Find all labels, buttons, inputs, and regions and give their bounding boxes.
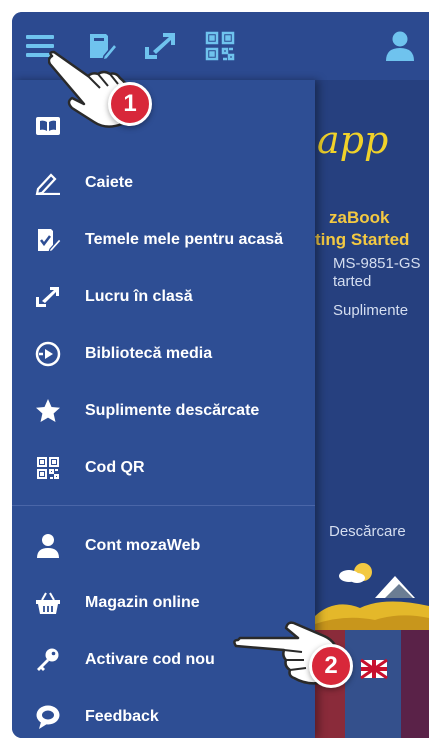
download-button[interactable]: Descărcare	[329, 523, 406, 540]
media-icon	[34, 340, 62, 368]
book-code-suffix: tarted	[333, 273, 372, 290]
app-frame: app zaBook ting Started MS-9851-GS tarte…	[12, 12, 429, 738]
book-title-line: zaBook	[329, 208, 390, 227]
feedback-icon	[34, 703, 62, 731]
menu-item-label: Lucru în clasă	[85, 288, 193, 305]
menu-item-label: Magazin online	[85, 594, 200, 611]
menu-item-notebooks[interactable]: Caiete	[12, 161, 315, 205]
menu-item-downloaded-supplements[interactable]: Suplimente descărcate	[12, 389, 315, 433]
homework-icon	[34, 226, 62, 254]
qr-code-icon[interactable]	[202, 28, 238, 64]
book-subtitle-line: ting Started	[315, 230, 410, 249]
basket-icon	[34, 589, 62, 617]
qr-code-icon	[34, 454, 62, 482]
menu-item-label: Cod QR	[85, 459, 145, 476]
book-code: MS-9851-GS	[333, 255, 421, 272]
menu-divider	[12, 505, 315, 506]
menu-item-label: Bibliotecă media	[85, 345, 213, 362]
step-badge-1: 1	[108, 82, 152, 126]
menu-item-label: Temele mele pentru acasă	[85, 231, 284, 248]
menu-item-label: Caiete	[85, 174, 134, 191]
menu-item-feedback[interactable]: Feedback	[12, 695, 315, 738]
menu-item-label: Suplimente descărcate	[85, 402, 260, 419]
user-icon[interactable]	[382, 28, 418, 64]
menu-item-homework[interactable]: Temele mele pentru acasă	[12, 218, 315, 262]
menu-item-label: Cont mozaWeb	[85, 537, 201, 554]
supplements-link[interactable]: Suplimente	[333, 302, 408, 319]
classroom-icon	[34, 283, 62, 311]
classroom-icon[interactable]	[142, 28, 178, 64]
app-title: app	[317, 118, 389, 162]
menu-item-qr-code[interactable]: Cod QR	[12, 446, 315, 490]
menu-item-classwork[interactable]: Lucru în clasă	[12, 275, 315, 319]
menu-item-mozaweb-account[interactable]: Cont mozaWeb	[12, 524, 315, 568]
step-badge-2: 2	[309, 644, 353, 688]
user-icon	[34, 532, 62, 560]
pen-icon	[34, 169, 62, 197]
star-icon	[34, 397, 62, 425]
menu-item-label: Activare cod nou	[85, 651, 215, 668]
menu-item-media-library[interactable]: Bibliotecă media	[12, 332, 315, 376]
key-icon	[34, 646, 62, 674]
menu-item-label: Feedback	[85, 708, 159, 725]
